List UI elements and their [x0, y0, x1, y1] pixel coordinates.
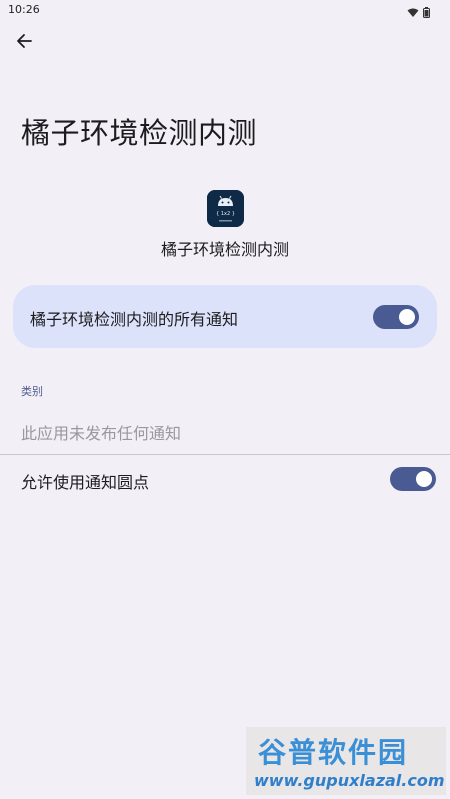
all-notifications-card[interactable]: 橘子环境检测内测的所有通知: [13, 285, 437, 348]
back-button[interactable]: [10, 29, 38, 57]
all-notifications-toggle[interactable]: [373, 305, 419, 329]
battery-icon: [423, 3, 430, 22]
status-bar: 10:26: [0, 0, 450, 20]
toggle-thumb: [416, 471, 432, 487]
notification-dots-toggle[interactable]: [390, 467, 436, 491]
watermark: 谷普软件园 www.gupuxlazal.com: [246, 727, 446, 795]
android-app-icon: { 1x2 }: [207, 190, 244, 227]
status-time: 10:26: [8, 3, 40, 16]
page-title: 橘子环境检测内测: [21, 116, 258, 150]
status-icons: [407, 3, 430, 22]
watermark-title: 谷普软件园: [258, 736, 409, 769]
watermark-url: www.gupuxlazal.com: [254, 771, 445, 790]
all-notifications-label: 橘子环境检测内测的所有通知: [30, 310, 239, 329]
app-icon-text: { 1x2 }: [216, 211, 235, 217]
notification-dots-label: 允许使用通知圆点: [21, 473, 150, 492]
wifi-icon: [407, 3, 419, 22]
no-notifications-text: 此应用未发布任何通知: [21, 424, 182, 443]
divider: [0, 454, 450, 455]
app-name: 橘子环境检测内测: [160, 240, 289, 259]
categories-section-label: 类别: [21, 385, 43, 398]
arrow-back-icon: [16, 33, 32, 53]
toggle-thumb: [399, 309, 415, 325]
